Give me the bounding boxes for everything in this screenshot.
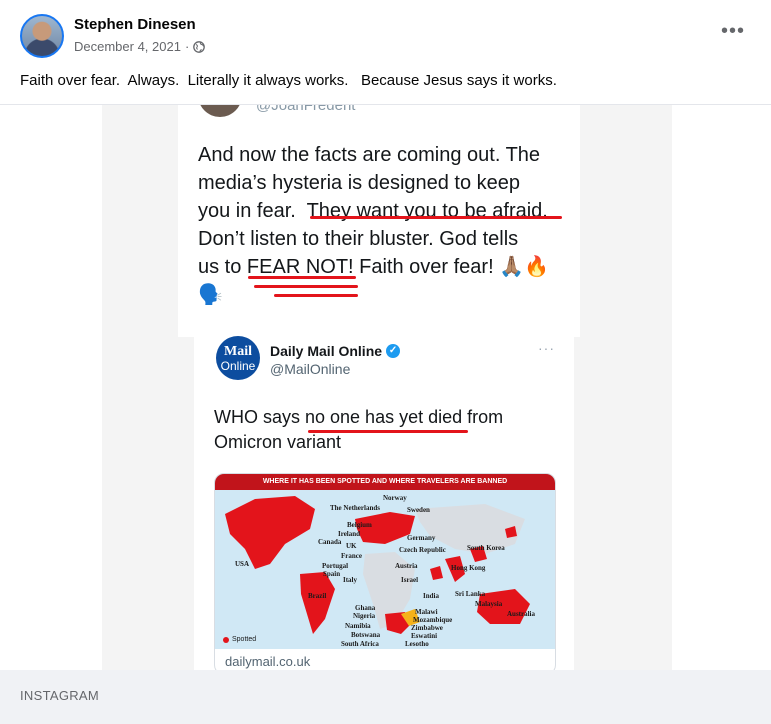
tweet-card: @JoanFredent And now the facts are comin… [178, 105, 580, 337]
verified-badge-icon: ✓ [386, 344, 401, 358]
map-label: USA [235, 560, 250, 568]
post-header: Stephen Dinesen December 4, 2021 · ••• [0, 0, 771, 70]
author-name[interactable]: Stephen Dinesen [74, 16, 196, 33]
logo-text-2: Online [220, 359, 256, 373]
underline-fear-not-2 [254, 285, 358, 288]
link-preview-card: WHERE IT HAS BEEN SPOTTED AND WHERE TRAV… [214, 473, 556, 670]
map-label: Germany [407, 534, 436, 542]
map-label: Ireland [338, 530, 361, 538]
post-image[interactable]: @JoanFredent And now the facts are comin… [0, 105, 771, 670]
author-avatar[interactable] [20, 14, 64, 58]
map-label: Spain [323, 570, 341, 578]
tweet-handle: @JoanFredent [256, 105, 356, 114]
map-label: Portugal [322, 562, 349, 570]
map-label: The Netherlands [330, 504, 380, 512]
link-domain[interactable]: dailymail.co.uk [225, 654, 310, 669]
meta-separator: · [184, 39, 190, 54]
map-label: Botswana [351, 631, 381, 639]
map-label: India [423, 592, 439, 600]
post-meta: December 4, 2021 · [74, 39, 206, 54]
map-label: Czech Republic [399, 546, 446, 554]
map-label: Sweden [407, 506, 430, 514]
map-legend: Spotted [223, 636, 256, 643]
post-text: Faith over fear. Always. Literally it al… [20, 72, 557, 89]
post-date[interactable]: December 4, 2021 [74, 39, 181, 54]
underline-afraid [310, 216, 562, 219]
underline-fear-not-3 [274, 294, 358, 297]
map-label: Zimbabwe [411, 624, 443, 632]
map-label: Hong Kong [451, 564, 486, 572]
underline-fear-not-1 [248, 276, 356, 279]
map-label: South Korea [467, 544, 505, 552]
legend-label: Spotted [232, 636, 257, 643]
globe-icon[interactable] [193, 40, 206, 53]
tweet-body: And now the facts are coming out. The me… [198, 141, 568, 309]
map-label: Malaysia [475, 600, 503, 608]
quoted-line: Omicron variant [214, 432, 342, 452]
legend-dot [223, 636, 229, 643]
map-banner: WHERE IT HAS BEEN SPOTTED AND WHERE TRAV… [215, 474, 555, 490]
map-label: Ghana [355, 604, 376, 612]
more-options-icon[interactable]: ••• [718, 21, 748, 46]
quoted-tweet-card: Mail Online Daily Mail Online ✓ @MailOnl… [194, 325, 574, 670]
map-label: Italy [343, 576, 357, 584]
map-label: Eswatini [411, 632, 438, 640]
map-label: Canada [318, 538, 342, 546]
map-label: Nigeria [353, 612, 376, 620]
map-label: South Africa [341, 640, 379, 648]
tweet-avatar [198, 105, 242, 117]
map-label: Lesotho [405, 640, 429, 648]
map-label: Norway [383, 494, 407, 502]
map-label: Australia [507, 610, 535, 618]
tweet-line: And now the facts are coming out. The [198, 144, 541, 166]
quoted-more-icon: ··· [538, 340, 555, 356]
link-footer[interactable] [0, 670, 771, 724]
underline-no-one-died [308, 430, 468, 433]
quoted-author-name: Daily Mail Online [270, 343, 383, 359]
link-source-label[interactable]: INSTAGRAM [20, 688, 99, 703]
map-label: France [341, 552, 362, 560]
omicron-map-image: WHERE IT HAS BEEN SPOTTED AND WHERE TRAV… [215, 474, 555, 649]
quoted-handle: @MailOnline [270, 361, 351, 377]
map-label: Belgium [347, 521, 372, 529]
quoted-line: WHO says no one has yet died from [214, 407, 504, 427]
map-label: UK [346, 542, 357, 550]
tweet-line: Don’t listen to their bluster. God tells [198, 228, 519, 250]
map-label: Namibia [345, 622, 371, 630]
logo-text-1: Mail [224, 344, 252, 359]
map-label: Israel [401, 576, 419, 584]
quoted-author: Daily Mail Online ✓ [270, 343, 401, 359]
map-label: Mozambique [413, 616, 453, 624]
map-label: Sri Lanka [455, 590, 486, 598]
daily-mail-logo: Mail Online [216, 336, 260, 380]
map-label: Austria [395, 562, 418, 570]
map-label: Malawi [415, 608, 438, 616]
map-label: Brazil [308, 592, 327, 600]
tweet-line: you in fear. They want you to be afraid. [198, 200, 548, 222]
tweet-line: media’s hysteria is designed to keep [198, 172, 521, 194]
